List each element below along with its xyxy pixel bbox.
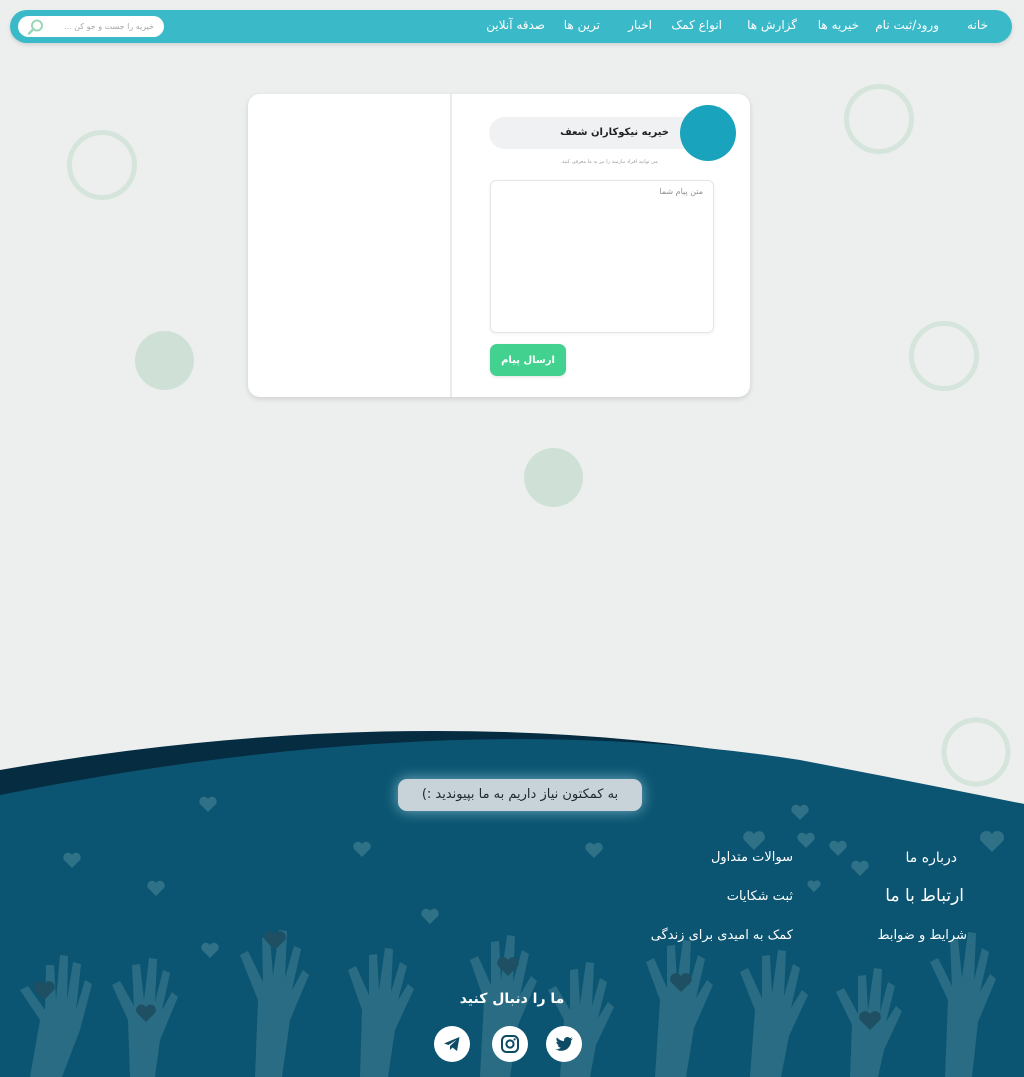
join-us-banner: به کمکتون نیاز داریم به ما بپیوندید :) [398,779,642,811]
search-input[interactable] [54,18,154,35]
instagram-button[interactable] [492,1026,528,1062]
footer-link-contact[interactable]: ارتباط با ما [885,886,964,906]
search-box [18,16,164,37]
decor-dot [135,331,194,390]
nav-tops[interactable]: ترین ها [564,18,600,32]
nav-reports[interactable]: گزارش ها [747,18,797,32]
footer-background [0,717,1024,1077]
footer-link-hope[interactable]: کمک به امیدی برای زندگی [651,928,793,943]
telegram-icon [444,1037,460,1051]
nav-help-types[interactable]: انواع کمک [671,18,722,32]
nav-news[interactable]: اخبار [628,18,652,32]
telegram-button[interactable] [434,1026,470,1062]
nav-home[interactable]: خانه [967,18,988,32]
instagram-icon [501,1035,519,1053]
hint-text: می توانید افراد نیازمند را نیز به ما معر… [560,159,658,165]
footer-link-complaints[interactable]: ثبت شکایات [727,889,793,904]
follow-us-title: ما را دنبال کنید [459,991,565,1007]
nav-online-sadaqah[interactable]: صدقه آنلاین [486,18,545,32]
decor-ring [844,84,914,154]
footer-link-faq[interactable]: سوالات متداول [711,850,793,865]
twitter-icon [555,1037,573,1051]
charity-avatar [680,105,736,161]
message-textarea[interactable] [490,180,714,333]
card-divider [450,94,452,397]
decor-ring [909,321,979,391]
contact-card: خیریه نیکوکاران شعف می توانید افراد نیاز… [248,94,750,397]
nav-charities[interactable]: خیریه ها [818,18,859,32]
navbar: خانه ورود/ثبت نام خیریه ها گزارش ها انوا… [10,10,1012,43]
twitter-button[interactable] [546,1026,582,1062]
send-message-button[interactable]: ارسال پیام [490,344,566,376]
footer-link-terms[interactable]: شرایط و ضوابط [877,928,967,943]
footer-link-about[interactable]: درباره ما [906,850,957,866]
decor-ring [67,130,137,200]
search-icon[interactable] [26,18,44,36]
footer: به کمکتون نیاز داریم به ما بپیوندید :) د… [0,700,1024,1077]
decor-dot [524,448,583,507]
nav-login-signup[interactable]: ورود/ثبت نام [875,18,939,32]
charity-name: خیریه نیکوکاران شعف [489,117,699,149]
